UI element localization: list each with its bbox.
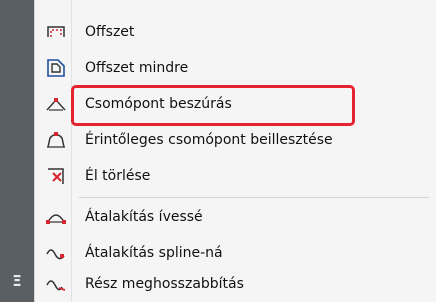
menu-item-label: Offszet — [85, 24, 135, 40]
offset-icon — [45, 21, 67, 43]
menu-item-label: Érintőleges csomópont beillesztése — [85, 132, 333, 148]
convert-spline-icon — [45, 242, 67, 264]
side-panel-strip: Ξ — [0, 0, 34, 302]
panel-tab-icon[interactable]: Ξ — [6, 268, 28, 294]
offset-all-icon — [45, 57, 67, 79]
menu-item-convert-arc[interactable]: Átalakítás ívessé — [35, 199, 436, 235]
menu-item-tangent-node[interactable]: Érintőleges csomópont beillesztése — [35, 122, 436, 158]
delete-edge-icon — [45, 165, 67, 187]
menu-item-label: Rész meghosszabbítás — [85, 276, 244, 292]
insert-node-icon — [45, 93, 67, 115]
menu-item-label: Offszet mindre — [85, 60, 189, 76]
menu-item-label: Él törlése — [85, 168, 151, 184]
menu-item-delete-edge[interactable]: Él törlése — [35, 158, 436, 194]
convert-arc-icon — [45, 206, 67, 228]
highlight-box — [71, 85, 355, 126]
menu-separator — [79, 197, 429, 198]
extend-segment-icon — [45, 273, 67, 295]
context-menu: Offszet Offszet mindre Csomópont beszúrá… — [34, 0, 436, 302]
tangent-node-icon — [45, 129, 67, 151]
menu-item-label: Átalakítás ívessé — [85, 209, 203, 225]
menu-item-offset[interactable]: Offszet — [35, 14, 436, 50]
menu-item-offset-all[interactable]: Offszet mindre — [35, 50, 436, 86]
menu-item-extend-segment[interactable]: Rész meghosszabbítás — [35, 266, 436, 302]
